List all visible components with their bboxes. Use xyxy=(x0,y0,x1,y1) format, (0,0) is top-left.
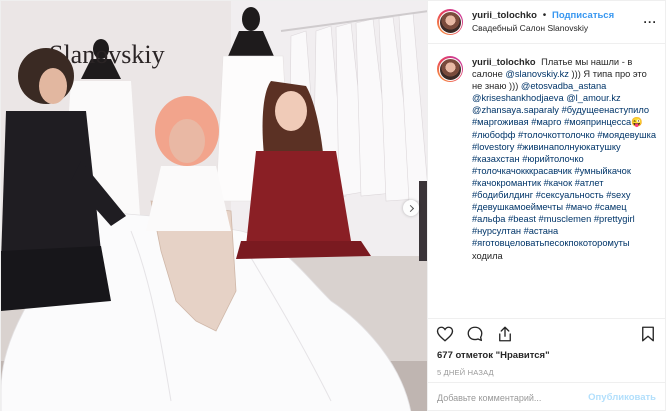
caption-hashtag[interactable]: #атлет xyxy=(575,178,604,188)
comment-icon[interactable] xyxy=(466,325,484,343)
carousel-next-button[interactable] xyxy=(403,200,419,216)
caption-hashtag[interactable]: #юрийтолочко xyxy=(522,154,584,164)
caption-hashtag[interactable]: #sexy xyxy=(606,190,630,200)
caption-tags: @etosvadba_astana @kriseshankhodjaeva @l… xyxy=(472,81,656,260)
caption-hashtag[interactable]: #musclemen xyxy=(539,214,592,224)
post-timestamp[interactable]: 5 ДНЕЙ НАЗАД xyxy=(428,364,665,382)
post-side-panel: yurii_tolochko • Подписаться Свадебный С… xyxy=(427,1,665,411)
caption-hashtag[interactable]: #маргоживая xyxy=(472,117,529,127)
caption-hashtag[interactable]: #lovestory xyxy=(472,142,514,152)
caption-hashtag[interactable]: #моядевушка xyxy=(597,130,656,140)
caption-hashtag[interactable]: #толочкачокккрасавчик xyxy=(472,166,572,176)
caption-mention[interactable]: @l_amour.kz xyxy=(566,93,620,103)
comment-input[interactable] xyxy=(437,392,589,403)
header-separator: • xyxy=(542,10,547,21)
caption-hashtag[interactable]: #качок xyxy=(544,178,573,188)
caption-mention[interactable]: @slanovskiy.kz xyxy=(505,69,569,79)
photo-illustration: Slanovskiy xyxy=(1,1,427,411)
caption-hashtag[interactable]: #астана xyxy=(524,226,559,236)
header-username[interactable]: yurii_tolochko xyxy=(472,10,537,21)
caption-hashtag[interactable]: #девушкамоеймечты xyxy=(472,202,563,212)
caption-hashtag[interactable]: #будущеенаступило xyxy=(562,105,649,115)
caption-avatar[interactable] xyxy=(437,56,463,82)
header-text: yurii_tolochko • Подписаться Свадебный С… xyxy=(472,9,614,35)
follow-button[interactable]: Подписаться xyxy=(552,10,614,21)
share-icon[interactable] xyxy=(496,325,514,343)
caption-hashtag[interactable]: #prettygirl xyxy=(594,214,635,224)
caption-mention[interactable]: @etosvadba_astana xyxy=(521,81,606,91)
caption-hashtag[interactable]: #любофф xyxy=(472,130,515,140)
caption-hashtag[interactable]: #мачо xyxy=(566,202,593,212)
caption-hashtag[interactable]: #марго xyxy=(531,117,561,127)
caption-hashtag[interactable]: #сексуальность xyxy=(536,190,604,200)
caption-hashtag[interactable]: #нурсултан xyxy=(472,226,521,236)
caption-hashtag[interactable]: #живинаполнуюкатушку xyxy=(517,142,621,152)
caption: yurii_tolochko Платье мы нашли - в салон… xyxy=(428,44,665,318)
caption-hashtag[interactable]: #мояпринцесса😜 xyxy=(564,117,643,127)
action-bar xyxy=(428,318,665,348)
bookmark-icon[interactable] xyxy=(639,325,657,343)
caption-body-tail: ходила xyxy=(472,250,503,261)
more-horizontal-icon[interactable]: ··· xyxy=(644,15,658,29)
caption-mention[interactable]: @kriseshankhodjaeva xyxy=(472,93,564,103)
caption-hashtag[interactable]: #толочкоттолочко xyxy=(518,130,595,140)
likes-count[interactable]: 677 отметок "Нравится" xyxy=(428,348,665,364)
caption-username[interactable]: yurii_tolochko xyxy=(472,57,536,67)
instagram-post: Slanovskiy yurii_tolochko • Подписаться … xyxy=(0,0,666,411)
caption-mention[interactable]: @zhansaya.saparaly xyxy=(472,105,559,115)
post-comment-button[interactable]: Опубликовать xyxy=(588,392,656,403)
caption-hashtag[interactable]: #бодибилдинг xyxy=(472,190,533,200)
caption-hashtag[interactable]: #казахстан xyxy=(472,154,520,164)
chevron-right-icon xyxy=(406,204,414,212)
caption-hashtag[interactable]: #качокромантик xyxy=(472,178,541,188)
caption-hashtag[interactable]: #умныйкачок xyxy=(574,166,630,176)
location-link[interactable]: Свадебный Салон Slanovskiy xyxy=(472,22,614,35)
avatar[interactable] xyxy=(437,9,463,35)
post-header: yurii_tolochko • Подписаться Свадебный С… xyxy=(428,1,665,44)
heart-icon[interactable] xyxy=(436,325,454,343)
caption-hashtag[interactable]: #альфа xyxy=(472,214,505,224)
post-photo[interactable]: Slanovskiy xyxy=(1,1,427,411)
comment-bar: Опубликовать xyxy=(428,382,665,411)
caption-hashtag[interactable]: #яготовцеловатьпесокпокоторомуты xyxy=(472,238,630,248)
caption-hashtag[interactable]: #самец xyxy=(595,202,627,212)
caption-text: yurii_tolochko Платье мы нашли - в салон… xyxy=(472,56,657,262)
caption-hashtag[interactable]: #beast xyxy=(508,214,536,224)
